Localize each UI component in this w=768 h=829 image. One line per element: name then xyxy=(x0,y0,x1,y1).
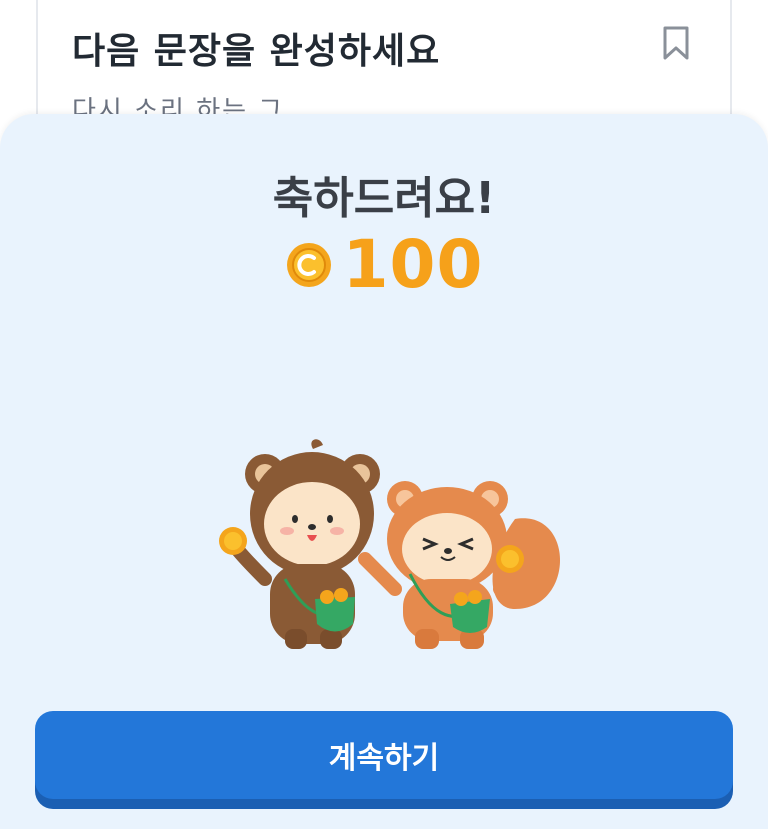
congrats-title: 축하드려요! xyxy=(272,173,496,224)
orange-squirrel-mascot xyxy=(358,481,560,649)
coin-icon xyxy=(286,242,331,287)
bookmark-icon[interactable] xyxy=(662,26,690,60)
reward-amount: 100 xyxy=(342,226,484,303)
reward-row: 100 xyxy=(0,226,768,303)
reward-sheet: 축하드려요! 100 계속하기 xyxy=(0,114,768,829)
mascot-illustration xyxy=(219,439,560,649)
question-title: 다음 문장을 완성하세요 xyxy=(72,31,441,72)
continue-button[interactable]: 계속하기 xyxy=(35,711,733,799)
brown-squirrel-mascot xyxy=(219,439,380,649)
